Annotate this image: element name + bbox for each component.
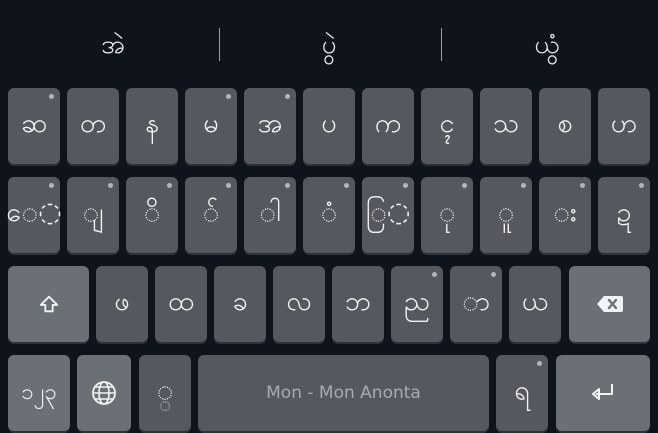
key[interactable]: ◌ံ — [303, 177, 355, 253]
suggestion-3[interactable]: ယွံ — [492, 28, 602, 62]
numbers-key[interactable]: ၁၂၃ — [8, 355, 70, 431]
shift-arrow-icon — [39, 295, 58, 313]
key[interactable]: ◌ါ — [244, 177, 296, 253]
numbers-key-label: ၁၂၃ — [21, 379, 57, 405]
key[interactable]: ြ◌ — [362, 177, 414, 253]
hint-dot — [344, 183, 349, 188]
key[interactable]: ထ — [155, 266, 207, 342]
key[interactable]: ◌ု — [421, 177, 473, 253]
space-key-label: Mon - Mon Anonta — [266, 383, 421, 403]
hint-dot — [403, 183, 408, 188]
globe-key[interactable] — [77, 355, 131, 431]
key-label: ခ — [232, 286, 248, 317]
suggestion-separator — [441, 28, 442, 61]
key-label: ဍ — [616, 197, 632, 228]
key-label: ဖ — [114, 286, 130, 317]
key[interactable]: ေ◌ — [6, 177, 62, 253]
key-label: ◌ျ — [82, 197, 104, 228]
key[interactable]: ပ — [303, 88, 355, 164]
key-label: ◌ာ — [462, 286, 490, 317]
key-label: ◌ံ — [320, 197, 338, 228]
key-label: ◌ု — [438, 197, 456, 228]
key[interactable]: ည — [391, 266, 443, 342]
key-label: ပ — [321, 108, 337, 139]
key-label: ၚ — [439, 108, 455, 139]
hint-dot — [462, 183, 467, 188]
hint-dot — [580, 183, 585, 188]
hint-dot — [537, 361, 542, 366]
key[interactable]: ◌ာ — [450, 266, 502, 342]
key-label: က — [374, 108, 402, 139]
key[interactable]: ရ — [496, 355, 548, 431]
key[interactable]: ◌ူ — [480, 177, 532, 253]
key-label: ြ◌ — [365, 197, 411, 228]
hint-dot — [49, 183, 54, 188]
key[interactable]: ယ — [509, 266, 561, 342]
key-label: လ — [286, 286, 312, 317]
key-label: ◌် — [202, 197, 220, 228]
shift-key[interactable] — [8, 266, 89, 342]
hint-dot — [226, 183, 231, 188]
key[interactable]: ဆ — [8, 88, 60, 164]
key[interactable]: လ — [273, 266, 325, 342]
key-label: ◌း — [553, 197, 577, 228]
enter-key[interactable] — [556, 355, 650, 431]
key-label: သ — [492, 108, 520, 139]
space-key[interactable]: Mon - Mon Anonta — [198, 355, 489, 431]
hint-dot — [285, 183, 290, 188]
key[interactable]: ခ — [214, 266, 266, 342]
key-label: ဆ — [20, 108, 48, 139]
key-label: ◌ူ — [497, 197, 515, 228]
key-label: ရ — [514, 375, 530, 406]
hint-dot — [521, 183, 526, 188]
key[interactable]: စ — [539, 88, 591, 164]
key[interactable]: က — [362, 88, 414, 164]
key-label: ည — [403, 286, 431, 317]
suggestion-bar: အဲ ပွဲ ယွံ — [0, 0, 658, 86]
hint-dot — [167, 183, 172, 188]
key[interactable]: ဟ — [598, 88, 650, 164]
key[interactable]: တ — [67, 88, 119, 164]
suggestion-1[interactable]: အဲ — [58, 28, 168, 62]
key-label: အ — [257, 108, 283, 139]
key-label: ေ◌ — [6, 197, 62, 228]
hint-dot — [226, 94, 231, 99]
key[interactable]: ဘ — [332, 266, 384, 342]
key[interactable]: မ — [185, 88, 237, 164]
suggestion-2[interactable]: ပွဲ — [274, 28, 384, 62]
hint-dot — [432, 272, 437, 277]
hint-dot — [491, 272, 496, 277]
key-label: ထ — [167, 286, 195, 317]
key-label: စ — [557, 108, 573, 139]
hint-dot — [285, 94, 290, 99]
hint-dot — [49, 94, 54, 99]
key[interactable]: ၚ — [421, 88, 473, 164]
mark-key-label: ◌္ — [156, 375, 174, 406]
key-label: ဘ — [345, 286, 371, 317]
key[interactable]: ◌း — [539, 177, 591, 253]
key-label: တ — [79, 108, 107, 139]
globe-icon — [92, 381, 116, 405]
mark-key[interactable]: ◌္ — [139, 355, 191, 431]
key[interactable]: ◌ိ — [126, 177, 178, 253]
key[interactable]: ◌ျ — [67, 177, 119, 253]
key[interactable]: ◌် — [185, 177, 237, 253]
key-label: ယ — [521, 286, 549, 317]
key[interactable]: အ — [244, 88, 296, 164]
backspace-key[interactable] — [569, 266, 650, 342]
key[interactable]: သ — [480, 88, 532, 164]
key-label: ဟ — [610, 108, 638, 139]
key-label: မ — [203, 108, 219, 139]
key[interactable]: ဖ — [96, 266, 148, 342]
enter-arrow-icon — [592, 384, 613, 400]
hint-dot — [108, 183, 113, 188]
backspace-icon — [596, 296, 623, 312]
suggestion-separator — [219, 28, 220, 61]
key[interactable]: ဍ — [598, 177, 650, 253]
key-label: ◌ါ — [259, 197, 281, 228]
key[interactable]: န — [126, 88, 178, 164]
key-label: န — [145, 108, 159, 139]
key-label: ◌ိ — [143, 197, 161, 228]
hint-dot — [639, 183, 644, 188]
